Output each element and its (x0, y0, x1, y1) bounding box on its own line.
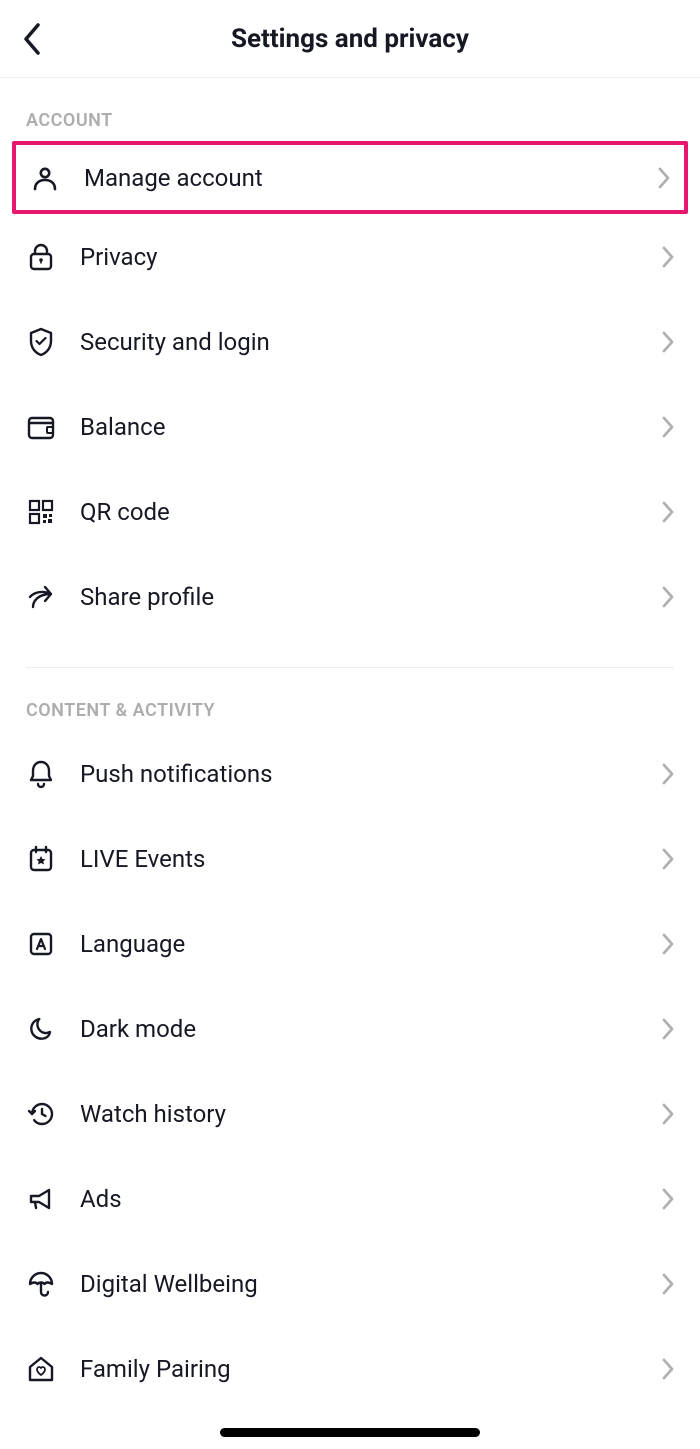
row-label: Security and login (80, 328, 662, 356)
row-language[interactable]: Language (26, 901, 674, 986)
row-security-login[interactable]: Security and login (26, 299, 674, 384)
shield-icon (26, 327, 56, 357)
section-content-activity: CONTENT & ACTIVITY Push notifications LI… (0, 668, 700, 1411)
chevron-right-icon (662, 586, 674, 608)
history-icon (26, 1099, 56, 1129)
bell-icon (26, 759, 56, 789)
row-family-pairing[interactable]: Family Pairing (26, 1326, 674, 1411)
section-account: ACCOUNT Manage account Privacy (0, 78, 700, 639)
house-heart-icon (26, 1354, 56, 1384)
row-watch-history[interactable]: Watch history (26, 1071, 674, 1156)
chevron-right-icon (662, 246, 674, 268)
home-indicator[interactable] (220, 1428, 480, 1437)
chevron-right-icon (662, 933, 674, 955)
chevron-right-icon (662, 1358, 674, 1380)
row-qr-code[interactable]: QR code (26, 469, 674, 554)
chevron-right-icon (658, 167, 670, 189)
row-ads[interactable]: Ads (26, 1156, 674, 1241)
lock-icon (26, 242, 56, 272)
share-icon (26, 582, 56, 612)
person-icon (30, 163, 60, 193)
row-label: Share profile (80, 583, 662, 611)
row-label: Manage account (84, 164, 658, 192)
section-header-account: ACCOUNT (26, 78, 674, 141)
row-live-events[interactable]: LIVE Events (26, 816, 674, 901)
row-label: Privacy (80, 243, 662, 271)
chevron-right-icon (662, 1018, 674, 1040)
chevron-right-icon (662, 1103, 674, 1125)
row-label: Balance (80, 413, 662, 441)
chevron-right-icon (662, 501, 674, 523)
chevron-right-icon (662, 848, 674, 870)
row-label: LIVE Events (80, 845, 662, 873)
row-dark-mode[interactable]: Dark mode (26, 986, 674, 1071)
megaphone-icon (26, 1184, 56, 1214)
page-title: Settings and privacy (231, 24, 469, 54)
umbrella-icon (26, 1269, 56, 1299)
row-label: Language (80, 930, 662, 958)
chevron-right-icon (662, 331, 674, 353)
section-header-content-activity: CONTENT & ACTIVITY (26, 668, 674, 731)
row-push-notifications[interactable]: Push notifications (26, 731, 674, 816)
row-label: Digital Wellbeing (80, 1270, 662, 1298)
chevron-right-icon (662, 416, 674, 438)
chevron-right-icon (662, 1273, 674, 1295)
row-label: Ads (80, 1185, 662, 1213)
chevron-right-icon (662, 1188, 674, 1210)
moon-icon (26, 1014, 56, 1044)
row-share-profile[interactable]: Share profile (26, 554, 674, 639)
back-button[interactable] (22, 22, 42, 56)
row-manage-account[interactable]: Manage account (12, 141, 688, 214)
language-icon (26, 929, 56, 959)
row-label: Watch history (80, 1100, 662, 1128)
row-label: Push notifications (80, 760, 662, 788)
chevron-right-icon (662, 763, 674, 785)
row-label: Family Pairing (80, 1355, 662, 1383)
row-privacy[interactable]: Privacy (26, 214, 674, 299)
qr-icon (26, 497, 56, 527)
header: Settings and privacy (0, 0, 700, 78)
calendar-star-icon (26, 844, 56, 874)
row-label: Dark mode (80, 1015, 662, 1043)
row-label: QR code (80, 498, 662, 526)
wallet-icon (26, 412, 56, 442)
row-digital-wellbeing[interactable]: Digital Wellbeing (26, 1241, 674, 1326)
chevron-left-icon (22, 22, 42, 56)
row-balance[interactable]: Balance (26, 384, 674, 469)
